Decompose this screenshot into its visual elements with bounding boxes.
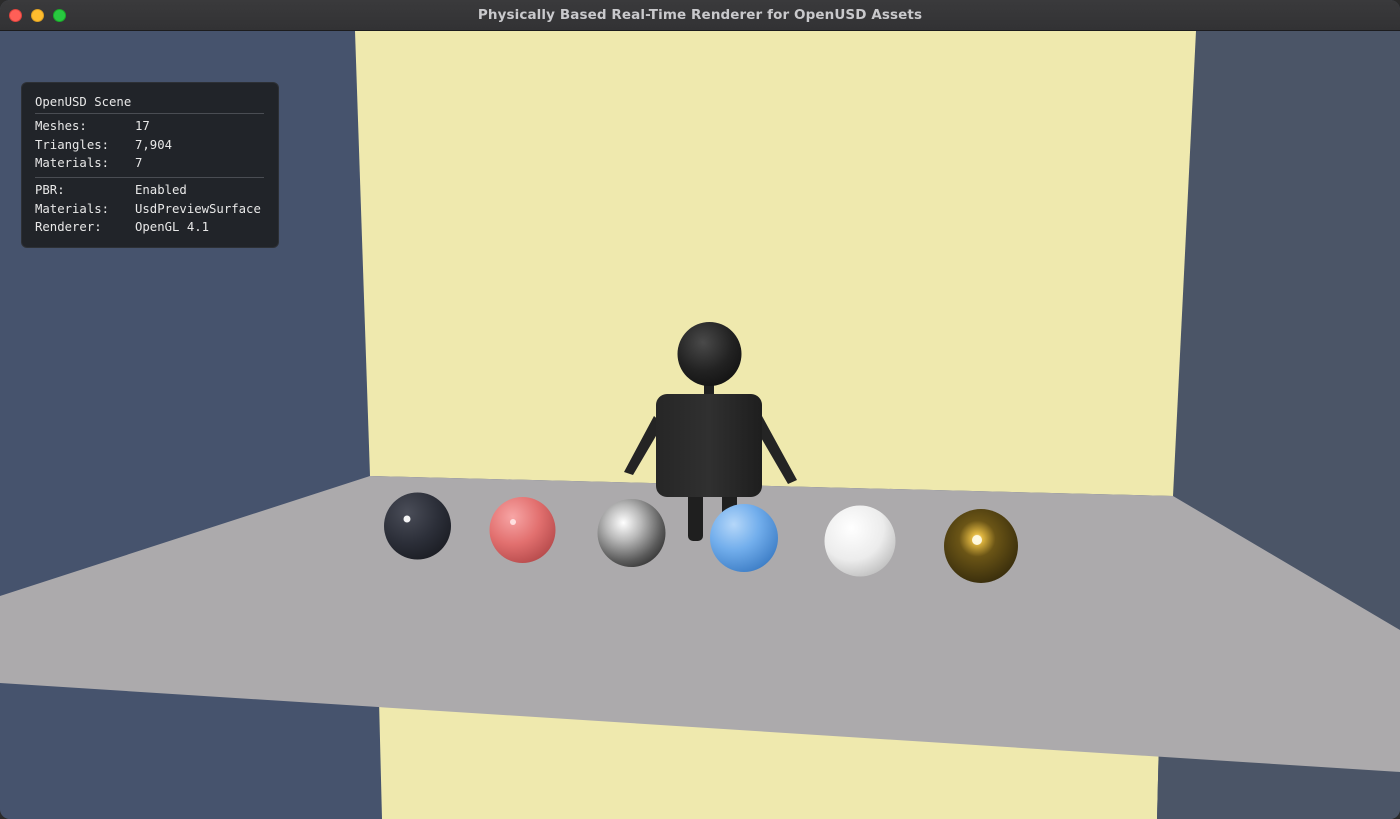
stat-value: 7,904 [135,137,173,152]
back-wall [355,31,1196,496]
stat-value: 17 [135,119,150,133]
sphere-blue [710,504,778,572]
render-viewport[interactable]: OpenUSD Scene Meshes: 17 Triangles: 7,90… [0,31,1400,819]
scene-info-panel: OpenUSD Scene Meshes: 17 Triangles: 7,90… [21,82,279,248]
app-window: Physically Based Real-Time Renderer for … [0,0,1400,819]
sphere-pink [489,497,556,563]
render-value: Enabled [135,183,187,198]
title-bar: Physically Based Real-Time Renderer for … [0,0,1400,31]
stat-row-meshes: Meshes: 17 [35,117,264,136]
sphere-gold [944,509,1018,583]
render-row-renderer: Renderer: OpenGL 4.1 [35,218,264,237]
sphere-white [824,505,896,577]
divider [35,113,264,114]
divider [35,177,264,179]
render-value: UsdPreviewSurface [135,201,261,216]
stat-label: Materials: [35,156,110,171]
scene-info-title: OpenUSD Scene [35,95,132,109]
sphere-chrome [597,499,666,567]
render-row-pbr: PBR: Enabled [35,181,264,200]
render-label: Materials: [35,201,110,216]
render-value: OpenGL 4.1 [135,220,210,235]
figure-body [656,394,762,497]
render-label: PBR: [35,183,65,198]
sphere-dark [384,492,451,560]
stat-label: Triangles: [35,137,110,152]
stat-row-triangles: Triangles: 7,904 [35,136,264,155]
window-title: Physically Based Real-Time Renderer for … [477,7,923,23]
stat-value: 7 [135,156,143,171]
render-row-materials: Materials: UsdPreviewSurface [35,200,264,219]
render-label: Renderer: [35,220,102,235]
stat-row-materials: Materials: 7 [35,154,264,173]
figure-head [677,322,742,386]
stat-label: Meshes: [35,119,87,133]
